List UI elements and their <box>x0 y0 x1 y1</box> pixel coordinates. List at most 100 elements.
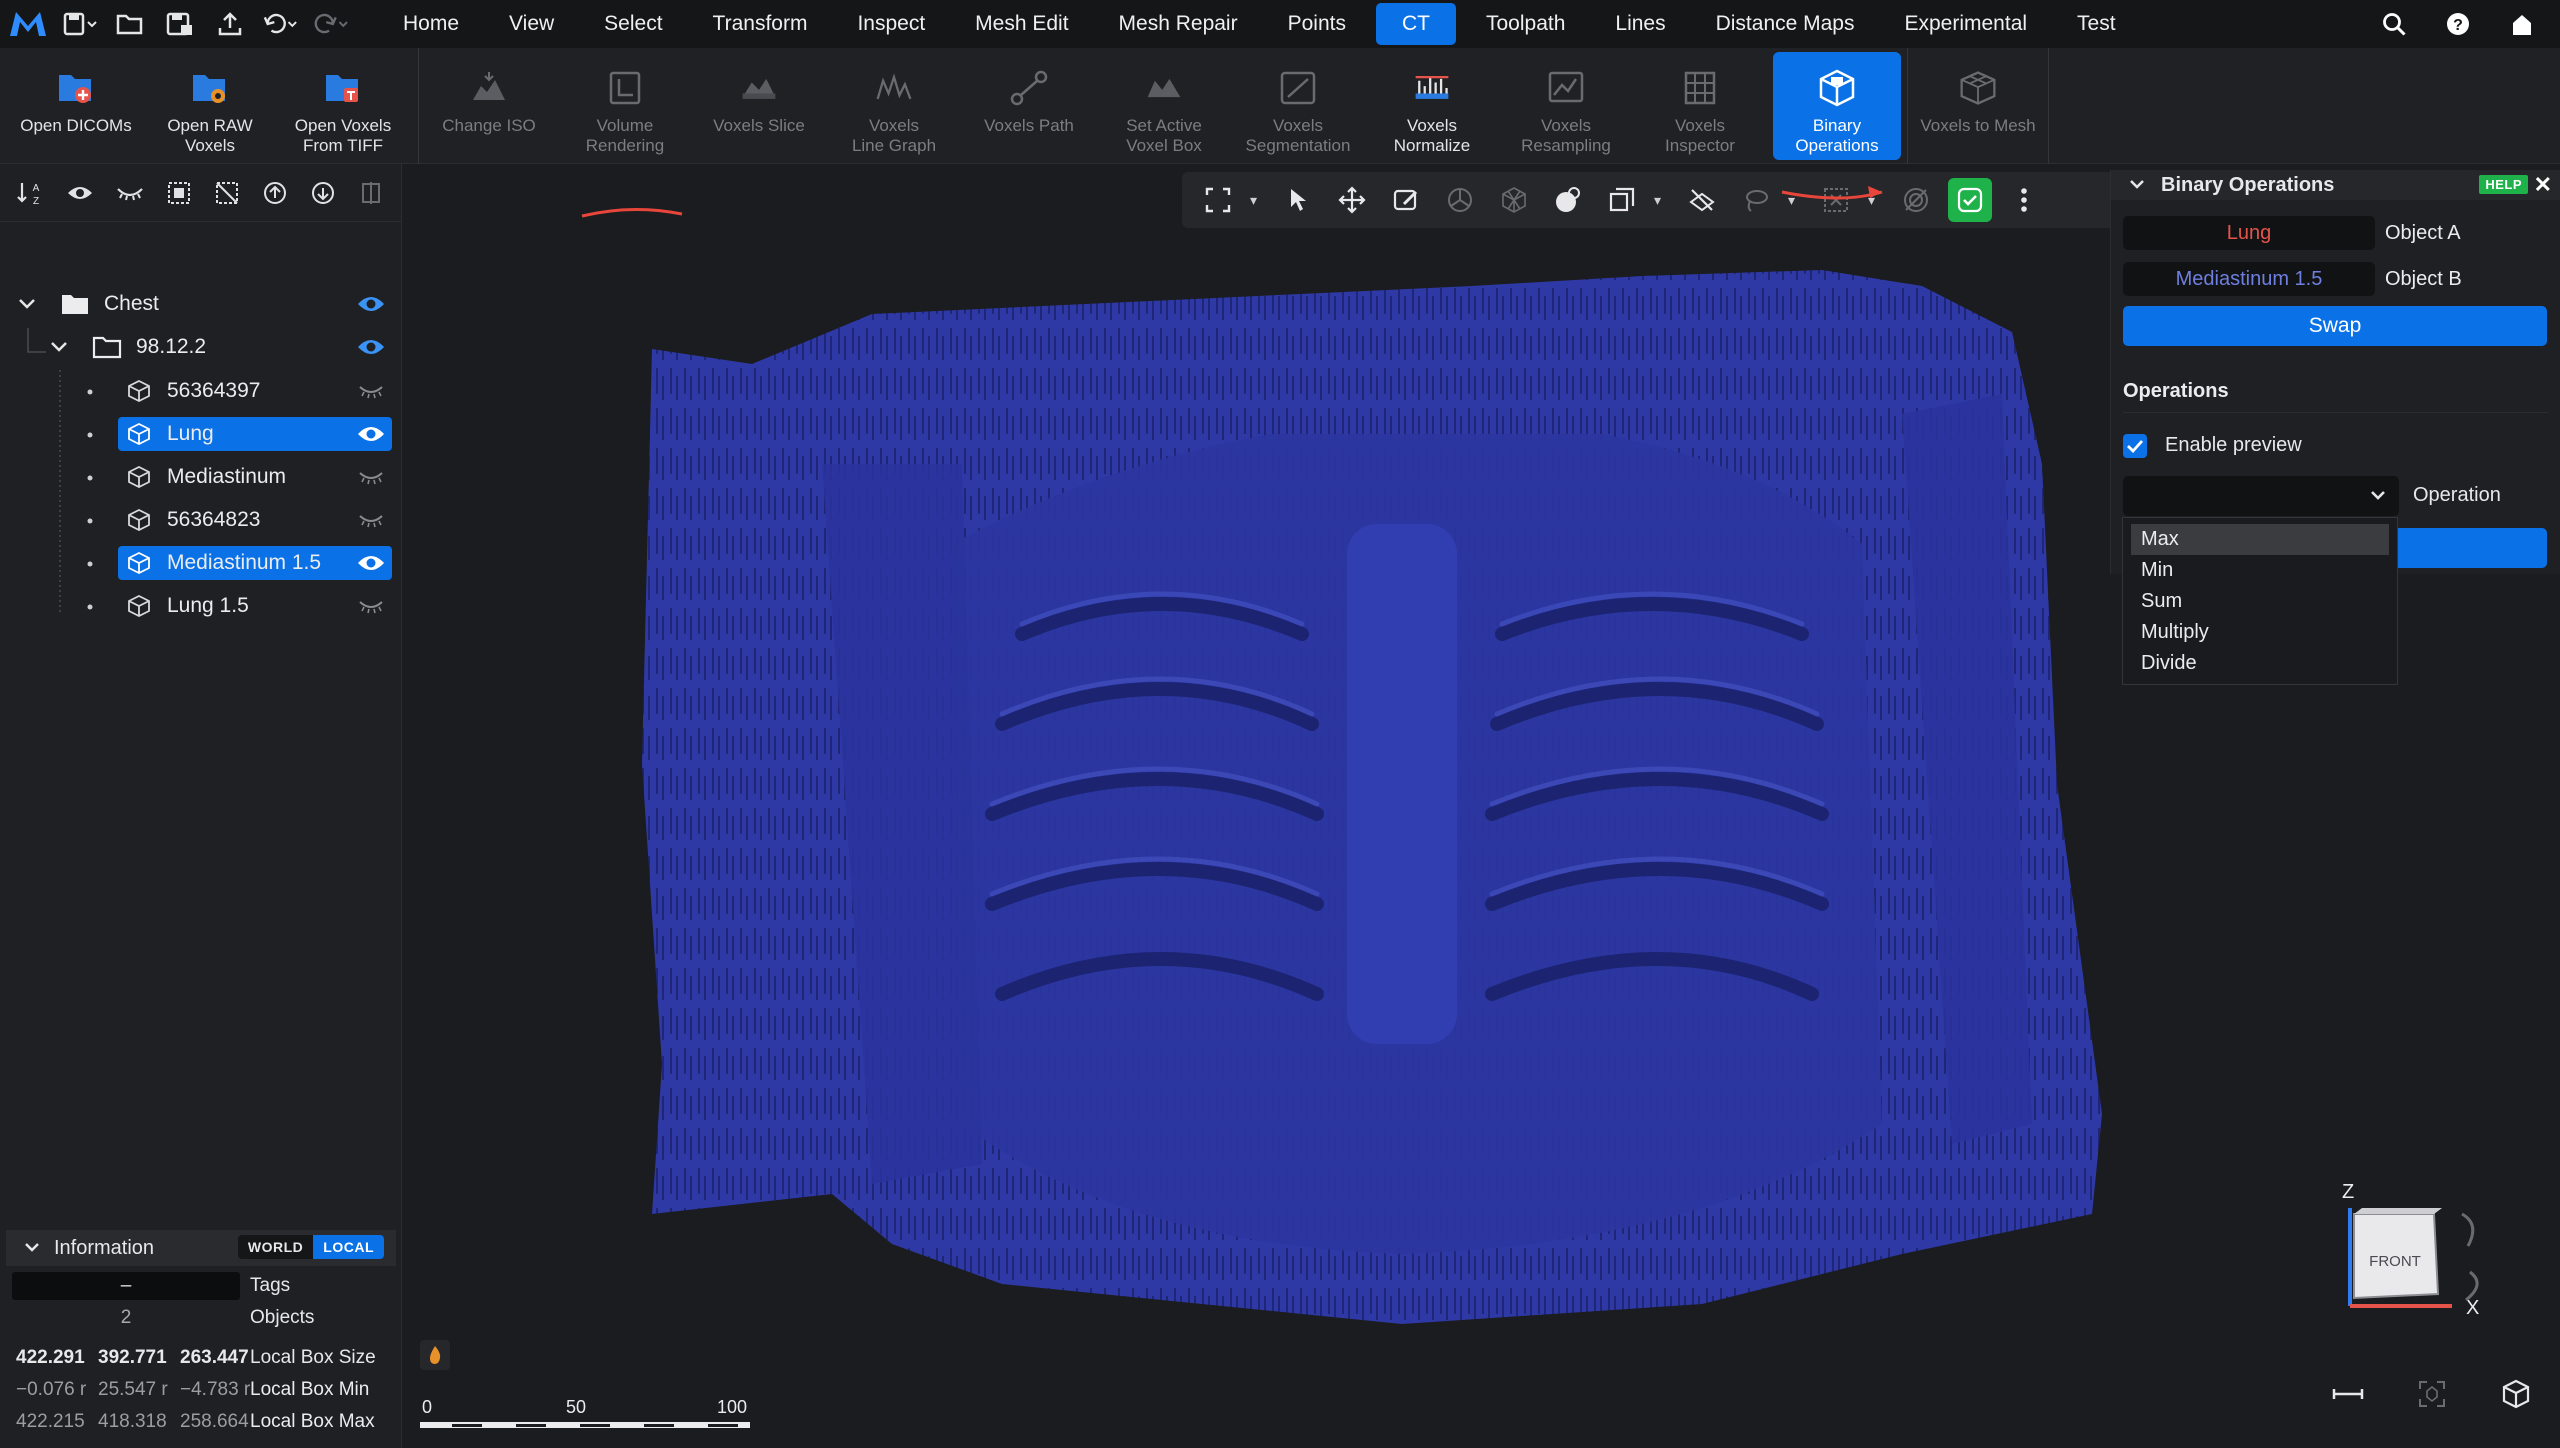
world-toggle[interactable]: WORLD <box>238 1235 313 1259</box>
export-icon[interactable] <box>212 6 248 42</box>
menu-mesh-repair[interactable]: Mesh Repair <box>1099 3 1258 45</box>
object-a-field[interactable]: Lung <box>2123 216 2375 250</box>
split-icon[interactable] <box>358 178 384 208</box>
box-size-x: 422.291 <box>16 1347 85 1368</box>
tree-item-object[interactable]: 56364823 <box>0 502 402 538</box>
select-all-icon[interactable] <box>166 178 192 208</box>
chevron-down-icon <box>2371 491 2385 500</box>
tree-item-object[interactable]: Lung 1.5 <box>0 588 402 624</box>
operation-option-max[interactable]: Max <box>2131 524 2389 555</box>
open-dicoms-button[interactable]: Open DICOMs <box>0 48 152 164</box>
change-iso-button[interactable]: Change ISO <box>419 48 559 164</box>
binary-operations-header[interactable]: Binary Operations HELP ✕ <box>2111 170 2560 200</box>
information-title: Information <box>54 1236 155 1259</box>
box-size-row: 422.291 392.771 263.447 Local Box Size <box>0 1342 402 1374</box>
voxels-resampling-button[interactable]: Voxels Resampling <box>1499 48 1633 164</box>
save-as-icon[interactable] <box>162 6 198 42</box>
menu-lines[interactable]: Lines <box>1595 3 1685 45</box>
menu-view[interactable]: View <box>489 3 574 45</box>
tree-item-chest[interactable]: Chest <box>0 286 402 322</box>
menu-ct[interactable]: CT <box>1375 3 1456 45</box>
menu-test[interactable]: Test <box>2057 3 2136 45</box>
show-all-icon[interactable] <box>66 178 94 208</box>
fit-selection-icon[interactable] <box>2414 1376 2450 1412</box>
move-up-icon[interactable] <box>262 178 288 208</box>
voxels-resampling-icon <box>1546 68 1586 108</box>
fps-icon[interactable] <box>420 1340 450 1370</box>
menu-experimental[interactable]: Experimental <box>1884 3 2047 45</box>
eye-closed-icon[interactable] <box>356 465 386 489</box>
apply-button[interactable] <box>2389 528 2547 568</box>
eye-icon[interactable] <box>356 335 386 359</box>
move-down-icon[interactable] <box>310 178 336 208</box>
tree-label: 56364397 <box>167 379 261 402</box>
voxels-to-mesh-button[interactable]: Voxels to Mesh <box>1908 48 2048 164</box>
measure-icon[interactable] <box>2330 1376 2366 1412</box>
operation-select[interactable] <box>2123 476 2399 516</box>
voxels-segmentation-button[interactable]: Voxels Segmentation <box>1231 48 1365 164</box>
eye-closed-icon[interactable] <box>356 594 386 618</box>
local-toggle[interactable]: LOCAL <box>313 1235 384 1259</box>
redo-icon[interactable] <box>312 6 348 42</box>
eye-closed-icon[interactable] <box>356 379 386 403</box>
binary-operations-button[interactable]: Binary Operations <box>1773 52 1901 160</box>
operation-option-multiply[interactable]: Multiply <box>2131 617 2389 648</box>
voxels-line-graph-button[interactable]: Voxels Line Graph <box>827 48 961 164</box>
scale-bar: 0 50 100 <box>420 1397 750 1428</box>
menu-select[interactable]: Select <box>584 3 682 45</box>
eye-closed-icon[interactable] <box>356 508 386 532</box>
undo-icon[interactable] <box>262 6 298 42</box>
voxels-slice-button[interactable]: Voxels Slice <box>691 48 827 164</box>
menu-toolpath[interactable]: Toolpath <box>1466 3 1585 45</box>
chevron-down-icon[interactable] <box>18 298 36 310</box>
search-icon[interactable] <box>2376 6 2412 42</box>
chevron-down-icon[interactable] <box>50 341 68 353</box>
tree-item-object[interactable]: 56364397 <box>0 373 402 409</box>
open-folder-icon[interactable] <box>112 6 148 42</box>
voxels-path-icon <box>1009 68 1049 108</box>
hide-all-icon[interactable] <box>116 178 144 208</box>
menu-inspect[interactable]: Inspect <box>837 3 945 45</box>
information-header[interactable]: Information WORLD LOCAL <box>6 1230 396 1266</box>
operation-option-divide[interactable]: Divide <box>2131 648 2389 679</box>
menu-distance-maps[interactable]: Distance Maps <box>1696 3 1875 45</box>
close-icon[interactable]: ✕ <box>2534 172 2552 198</box>
voxels-normalize-button[interactable]: Voxels Normalize <box>1365 48 1499 164</box>
profile-icon[interactable] <box>2504 6 2540 42</box>
menu-points[interactable]: Points <box>1268 3 1366 45</box>
help-icon[interactable]: ? <box>2440 6 2476 42</box>
eye-icon[interactable] <box>356 422 386 446</box>
tree-item-object[interactable]: Mediastinum 1.5 <box>0 545 402 581</box>
enable-preview-checkbox[interactable] <box>2123 434 2147 458</box>
eye-icon[interactable] <box>356 292 386 316</box>
tree-item-group[interactable]: 98.12.2 <box>0 329 402 365</box>
tree-item-object[interactable]: Lung <box>0 416 402 452</box>
chevron-down-icon[interactable] <box>2129 179 2145 191</box>
view-cube-icon[interactable] <box>2498 1376 2534 1412</box>
app-logo[interactable] <box>0 0 56 48</box>
save-icon[interactable] <box>62 6 98 42</box>
help-badge[interactable]: HELP <box>2479 175 2528 194</box>
volume-rendering-button[interactable]: Volume Rendering <box>559 48 691 164</box>
operation-option-min[interactable]: Min <box>2131 555 2389 586</box>
eye-icon[interactable] <box>356 551 386 575</box>
tree-item-object[interactable]: Mediastinum <box>0 459 402 495</box>
deselect-icon[interactable] <box>214 178 240 208</box>
sort-icon[interactable]: AZ <box>16 178 44 208</box>
voxels-path-button[interactable]: Voxels Path <box>961 48 1097 164</box>
object-b-field[interactable]: Mediastinum 1.5 <box>2123 262 2375 296</box>
swap-button[interactable]: Swap <box>2123 306 2547 346</box>
open-voxels-tiff-button[interactable]: Open Voxels From TIFF <box>268 48 418 164</box>
open-raw-voxels-button[interactable]: Open RAW Voxels <box>152 48 268 164</box>
orientation-cube[interactable]: Z FRONT X <box>2338 1174 2498 1324</box>
box-size-label: Local Box Size <box>250 1347 376 1368</box>
menu-mesh-edit[interactable]: Mesh Edit <box>955 3 1088 45</box>
voxels-to-mesh-icon <box>1958 68 1998 108</box>
box-max-z: 258.664 <box>180 1411 249 1432</box>
voxels-inspector-button[interactable]: Voxels Inspector <box>1633 48 1767 164</box>
operation-option-sum[interactable]: Sum <box>2131 586 2389 617</box>
tags-field[interactable]: – <box>12 1272 240 1300</box>
menu-home[interactable]: Home <box>383 3 479 45</box>
menu-transform[interactable]: Transform <box>693 3 828 45</box>
set-active-voxel-box-button[interactable]: Set Active Voxel Box <box>1097 48 1231 164</box>
